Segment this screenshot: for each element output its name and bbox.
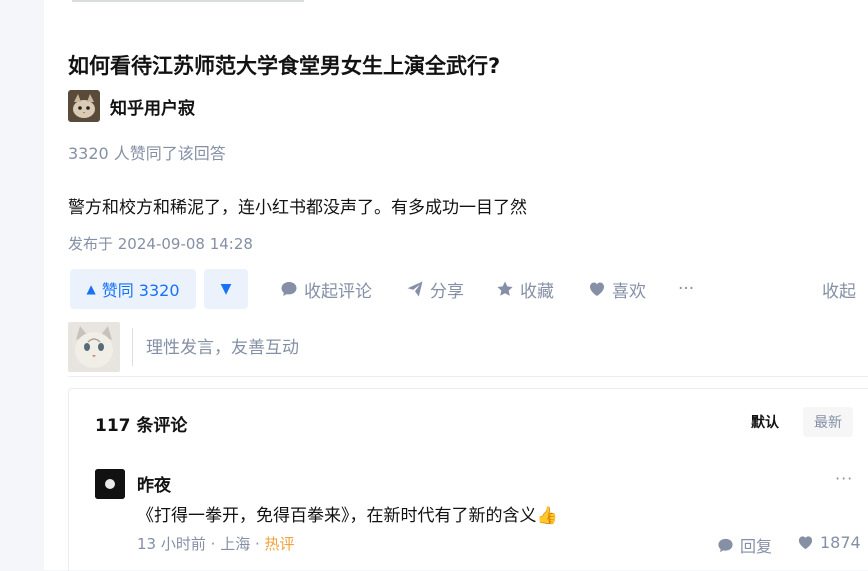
separator-dot: · (210, 535, 221, 553)
comment-bubble-icon (281, 282, 297, 296)
comment-author-name[interactable]: 昨夜 (137, 471, 171, 496)
comment-meta: 13 小时前 · 上海 · 热评 (137, 533, 295, 554)
answer-content: 警方和校方和稀泥了，连小红书都没声了。有多成功一目了然 (68, 198, 527, 218)
vote-up-label: 赞同 3320 (101, 281, 180, 300)
comment-location: 上海 (220, 535, 251, 553)
comment-like-button[interactable]: 1874 (797, 533, 861, 552)
answer-card: 如何看待江苏师范大学食堂男女生上演全武行? 知乎用户寂 3320 人赞同了该回答… (44, 0, 868, 571)
divider (132, 328, 133, 366)
divider (68, 376, 868, 377)
share-button[interactable]: 分享 (406, 269, 464, 309)
comment-author-avatar[interactable] (95, 469, 125, 499)
more-button[interactable]: ··· (678, 269, 694, 309)
comment-like-count: 1874 (820, 533, 861, 552)
comment-bubble-icon (718, 538, 733, 552)
collapse-comments-button[interactable]: 收起评论 (280, 269, 372, 309)
comment-input[interactable] (134, 320, 868, 376)
favorite-label: 收藏 (520, 281, 554, 302)
publish-time: 发布于 2024-09-08 14:28 (68, 235, 253, 253)
collapse-button[interactable]: 收起 (822, 269, 856, 309)
voters-count[interactable]: 3320 人赞同了该回答 (68, 140, 226, 164)
comment-input-row (68, 320, 868, 376)
author-avatar[interactable] (68, 90, 100, 122)
comment-text: 《打得一拳开，免得百拳来》，在新时代有了新的含义👍 (137, 506, 558, 526)
heart-icon (798, 536, 813, 550)
collapse-label: 收起 (822, 281, 856, 302)
more-icon: ··· (678, 279, 695, 299)
action-bar: ▲ 赞同 3320 ▼ 收起评论 分享 收藏 喜欢 ··· 收起 (68, 269, 868, 309)
comment-more-icon[interactable]: ··· (835, 469, 853, 488)
triangle-down-icon: ▼ (220, 281, 232, 297)
like-label: 喜欢 (612, 281, 646, 302)
like-button[interactable]: 喜欢 (588, 269, 646, 309)
divider (72, 0, 304, 2)
reply-label: 回复 (740, 537, 773, 556)
question-title[interactable]: 如何看待江苏师范大学食堂男女生上演全武行? (68, 50, 500, 80)
triangle-up-icon: ▲ (86, 282, 96, 296)
comment-count: 117 条评论 (95, 416, 188, 436)
separator-dot: · (254, 535, 265, 553)
hot-comment-badge: 热评 (264, 535, 295, 553)
favorite-button[interactable]: 收藏 (496, 269, 554, 309)
paper-plane-icon (407, 281, 423, 297)
collapse-comments-label: 收起评论 (304, 281, 372, 302)
heart-icon (590, 282, 604, 296)
vote-down-button[interactable]: ▼ (204, 269, 248, 309)
share-label: 分享 (430, 281, 464, 302)
current-user-avatar (68, 322, 120, 372)
comment-time: 13 小时前 (137, 535, 206, 553)
vote-up-button[interactable]: ▲ 赞同 3320 (70, 269, 196, 309)
author-name[interactable]: 知乎用户寂 (110, 94, 195, 119)
sort-default-button[interactable]: 默认 (739, 407, 791, 437)
star-icon (497, 281, 513, 296)
comments-section: 117 条评论 默认 最新 昨夜 ··· 《打得一拳开，免得百拳来》，在新时代有… (68, 388, 868, 571)
sort-latest-button[interactable]: 最新 (803, 407, 853, 437)
reply-button[interactable]: 回复 (717, 533, 772, 557)
